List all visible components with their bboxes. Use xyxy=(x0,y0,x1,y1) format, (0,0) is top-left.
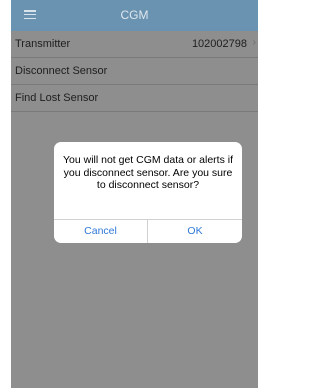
disconnect-sensor-label: Disconnect Sensor xyxy=(15,65,108,77)
list-item-disconnect-sensor[interactable]: Disconnect Sensor xyxy=(11,58,258,85)
list-item-find-lost-sensor[interactable]: Find Lost Sensor xyxy=(11,85,258,112)
app-screen: CGM Transmitter 102002798 › Disconnect S… xyxy=(11,0,258,388)
transmitter-id-value: 102002798 xyxy=(191,38,247,50)
list-item-transmitter[interactable]: Transmitter 102002798 › xyxy=(11,31,258,58)
cancel-button[interactable]: Cancel xyxy=(54,220,148,243)
ok-button[interactable]: OK xyxy=(148,220,242,243)
transmitter-label: Transmitter xyxy=(15,38,71,50)
chevron-right-icon: › xyxy=(252,37,256,48)
confirm-disconnect-dialog: You will not get CGM data or alerts if y… xyxy=(54,142,242,243)
find-lost-sensor-label: Find Lost Sensor xyxy=(15,92,99,104)
nav-bar: CGM xyxy=(11,0,258,31)
dialog-message: You will not get CGM data or alerts if y… xyxy=(62,154,234,191)
page-title: CGM xyxy=(120,8,149,22)
dialog-actions: Cancel OK xyxy=(54,219,242,243)
